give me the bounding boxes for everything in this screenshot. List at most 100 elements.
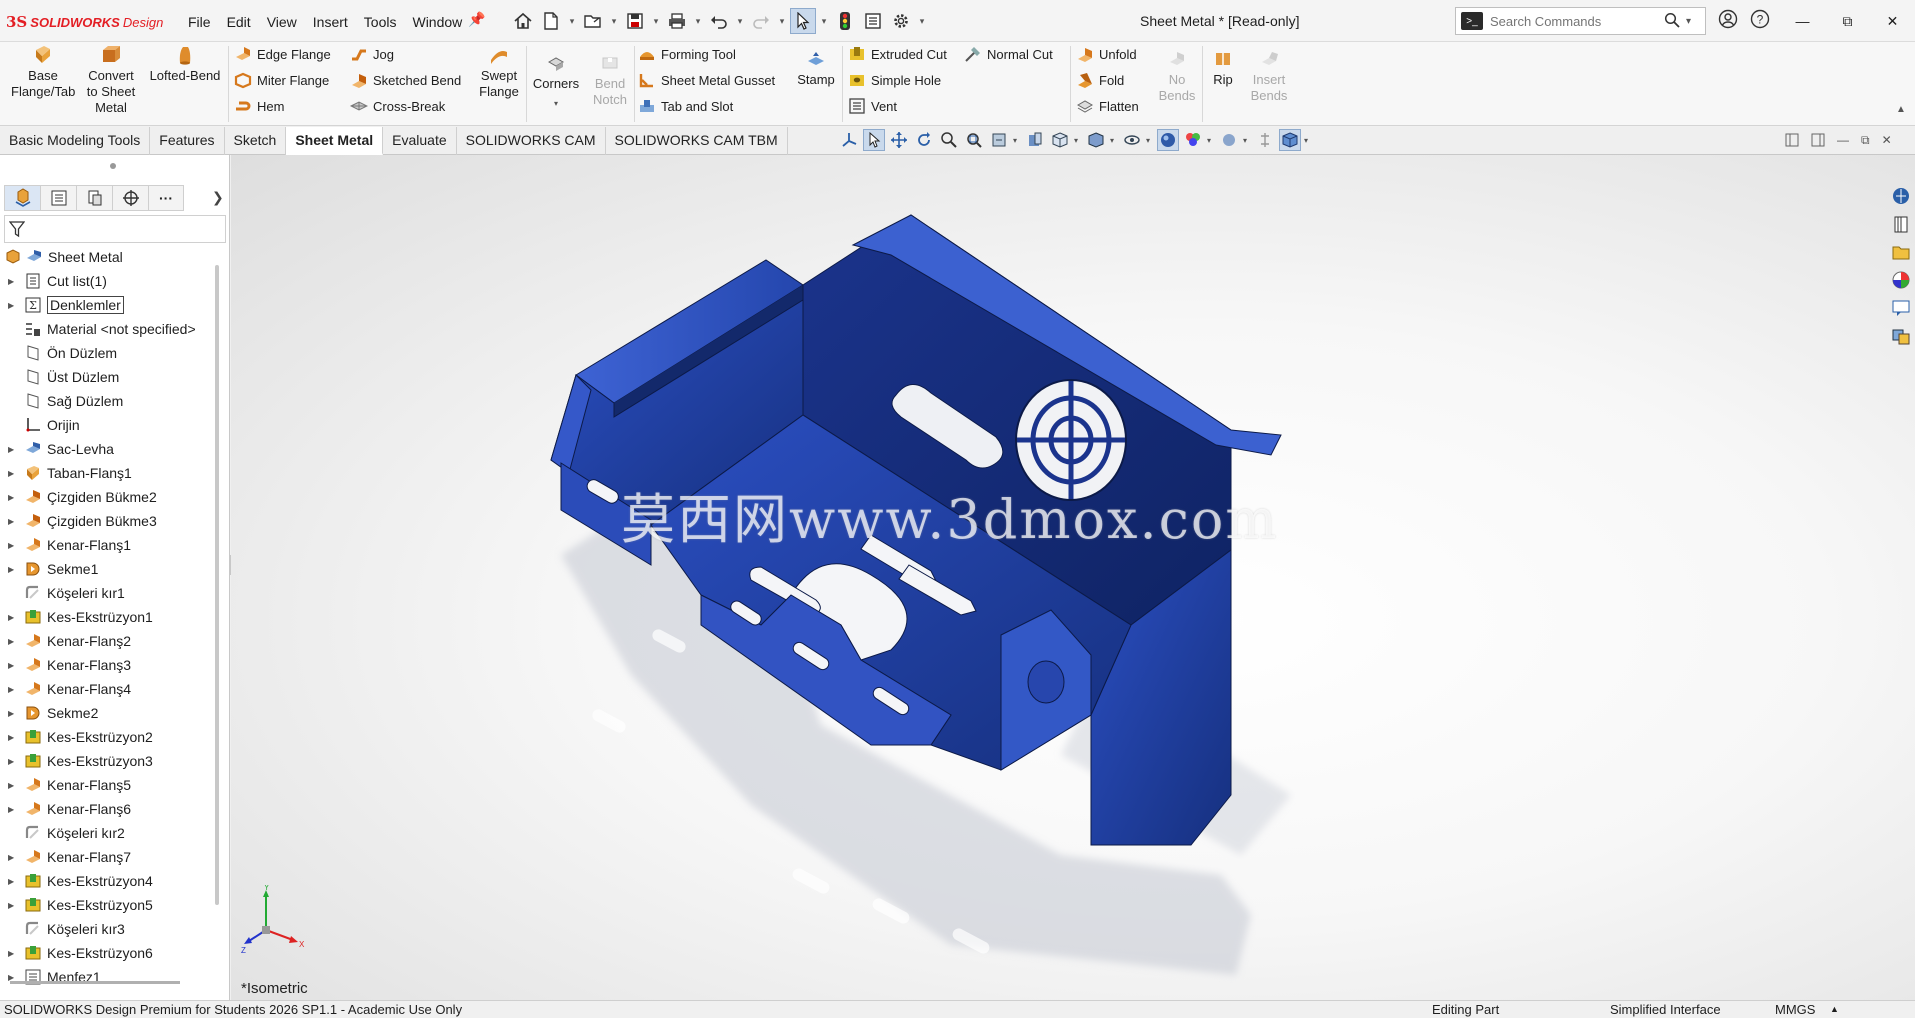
- expand-arrow-icon[interactable]: ▶: [8, 613, 18, 622]
- pan-icon[interactable]: [888, 129, 910, 151]
- rebuild-traffic-light-icon[interactable]: [832, 8, 858, 34]
- expand-arrow-icon[interactable]: ▶: [8, 445, 18, 454]
- vent-button[interactable]: Vent: [848, 95, 897, 117]
- tree-item[interactable]: ▶ Kes-Ekstrüzyon6: [0, 941, 220, 965]
- expand-arrow-icon[interactable]: ▶: [8, 877, 18, 886]
- custom-properties-icon[interactable]: [1890, 297, 1912, 319]
- cross-break-button[interactable]: Cross-Break: [350, 95, 445, 117]
- design-library-icon[interactable]: [1890, 213, 1912, 235]
- tab-and-slot-button[interactable]: Tab and Slot: [638, 95, 733, 117]
- tree-item[interactable]: ▶ Kenar-Flanş3: [0, 653, 220, 677]
- help-icon[interactable]: ?: [1750, 9, 1770, 32]
- tree-item[interactable]: Köşeleri kır3: [0, 917, 220, 941]
- tree-item[interactable]: Material <not specified>: [0, 317, 220, 341]
- base-flange-button[interactable]: Base Flange/Tab: [11, 44, 75, 100]
- search-icon[interactable]: [1664, 12, 1680, 31]
- new-document-icon[interactable]: [538, 8, 564, 34]
- solidworks-forum-icon[interactable]: [1890, 325, 1912, 347]
- graphics-viewport[interactable]: 莫西网www.3dmox.com Y X Z *Isometric: [231, 155, 1915, 1000]
- tree-item[interactable]: ▶ Kenar-Flanş1: [0, 533, 220, 557]
- viewport-restore-icon[interactable]: ⧉: [1861, 133, 1870, 150]
- convert-to-sheet-metal-button[interactable]: Convert to Sheet Metal: [82, 44, 140, 116]
- tab-solidworks-cam[interactable]: SOLIDWORKS CAM: [457, 127, 606, 155]
- section-view-icon[interactable]: [1024, 129, 1046, 151]
- tree-horizontal-scrollbar[interactable]: [10, 981, 180, 984]
- status-units-button[interactable]: MMGS: [1775, 1002, 1815, 1017]
- hide-show-dropdown-icon[interactable]: ▾: [1146, 136, 1154, 145]
- dimxpert-tab-icon[interactable]: [112, 185, 148, 211]
- ribbon-collapse-icon[interactable]: ▲: [1896, 104, 1906, 115]
- sheet-metal-part-model[interactable]: [231, 155, 1915, 1000]
- tree-item[interactable]: ▶ Sekme1: [0, 557, 220, 581]
- minimize-icon[interactable]: —: [1780, 6, 1825, 36]
- fold-button[interactable]: Fold: [1076, 69, 1124, 91]
- expand-arrow-icon[interactable]: ▶: [8, 469, 18, 478]
- tree-item[interactable]: ▶ Σ Denklemler: [0, 293, 220, 317]
- chevron-right-icon[interactable]: ❯: [212, 189, 224, 206]
- tree-item[interactable]: ▶ Kes-Ekstrüzyon2: [0, 725, 220, 749]
- expand-arrow-icon[interactable]: ▶: [8, 301, 18, 310]
- expand-arrow-icon[interactable]: ▶: [8, 781, 18, 790]
- panel-grip-icon[interactable]: [110, 163, 116, 169]
- select-arrow-icon[interactable]: [863, 129, 885, 151]
- panel-left-icon[interactable]: [1785, 133, 1799, 150]
- menu-window[interactable]: Window: [404, 12, 470, 32]
- hem-button[interactable]: Hem: [234, 95, 284, 117]
- tree-item[interactable]: ▶ Kenar-Flanş6: [0, 797, 220, 821]
- tab-evaluate[interactable]: Evaluate: [383, 127, 457, 155]
- menu-insert[interactable]: Insert: [305, 12, 356, 32]
- expand-arrow-icon[interactable]: ▶: [8, 757, 18, 766]
- featuremanager-tab-icon[interactable]: [4, 185, 40, 211]
- flatten-button[interactable]: Flatten: [1076, 95, 1139, 117]
- search-input[interactable]: [1490, 13, 1660, 29]
- expand-arrow-icon[interactable]: ▶: [8, 709, 18, 718]
- open-folder-icon[interactable]: [580, 8, 606, 34]
- panel-right-icon[interactable]: [1811, 133, 1825, 150]
- solidworks-resources-icon[interactable]: [1890, 185, 1912, 207]
- miter-flange-button[interactable]: Miter Flange: [234, 69, 329, 91]
- normal-cut-button[interactable]: Normal Cut: [964, 43, 1053, 65]
- expand-arrow-icon[interactable]: ▶: [8, 565, 18, 574]
- expand-arrow-icon[interactable]: ▶: [8, 661, 18, 670]
- redo-icon[interactable]: [748, 8, 774, 34]
- previous-view-dropdown-icon[interactable]: ▾: [1013, 136, 1021, 145]
- view-orientation-cube-icon[interactable]: [1049, 129, 1071, 151]
- forming-tool-button[interactable]: Forming Tool: [638, 43, 736, 65]
- edit-appearance-icon[interactable]: [1157, 129, 1179, 151]
- menu-edit[interactable]: Edit: [219, 12, 259, 32]
- tree-item[interactable]: ▶ Kenar-Flanş4: [0, 677, 220, 701]
- menu-view[interactable]: View: [259, 12, 305, 32]
- zoom-to-fit-icon[interactable]: [938, 129, 960, 151]
- options-dropdown-icon[interactable]: ▾: [916, 16, 928, 27]
- tree-item[interactable]: Orijin: [0, 413, 220, 437]
- tree-vertical-scrollbar[interactable]: [215, 265, 219, 905]
- view-settings-dropdown-icon[interactable]: ▾: [1243, 136, 1251, 145]
- tab-solidworks-cam-tbm[interactable]: SOLIDWORKS CAM TBM: [606, 127, 788, 155]
- swept-flange-button[interactable]: Swept Flange: [474, 44, 524, 100]
- menu-file[interactable]: File: [180, 12, 219, 32]
- file-properties-icon[interactable]: [860, 8, 886, 34]
- jog-button[interactable]: Jog: [350, 43, 394, 65]
- save-dropdown-icon[interactable]: ▾: [650, 16, 662, 27]
- appearances-scenes-icon[interactable]: [1890, 269, 1912, 291]
- expand-arrow-icon[interactable]: ▶: [8, 853, 18, 862]
- rip-button[interactable]: Rip: [1206, 48, 1240, 88]
- print-icon[interactable]: [664, 8, 690, 34]
- display-style-dropdown-icon[interactable]: ▾: [1110, 136, 1118, 145]
- expand-arrow-icon[interactable]: ▶: [8, 277, 18, 286]
- tree-item[interactable]: Sağ Düzlem: [0, 389, 220, 413]
- expand-arrow-icon[interactable]: ▶: [8, 901, 18, 910]
- undo-dropdown-icon[interactable]: ▾: [734, 16, 746, 27]
- hide-show-items-icon[interactable]: [1121, 129, 1143, 151]
- expand-arrow-icon[interactable]: ▶: [8, 493, 18, 502]
- tree-item[interactable]: ▶ Çizgiden Bükme3: [0, 509, 220, 533]
- 3d-view-cube-icon[interactable]: [1279, 129, 1301, 151]
- extruded-cut-button[interactable]: Extruded Cut: [848, 43, 947, 65]
- print-dropdown-icon[interactable]: ▾: [692, 16, 704, 27]
- tree-item[interactable]: ▶ Sekme2: [0, 701, 220, 725]
- configurationmanager-tab-icon[interactable]: [76, 185, 112, 211]
- tree-filter-box[interactable]: [4, 215, 226, 243]
- search-dropdown-icon[interactable]: ▾: [1686, 16, 1691, 27]
- undo-icon[interactable]: [706, 8, 732, 34]
- tree-item[interactable]: Köşeleri kır1: [0, 581, 220, 605]
